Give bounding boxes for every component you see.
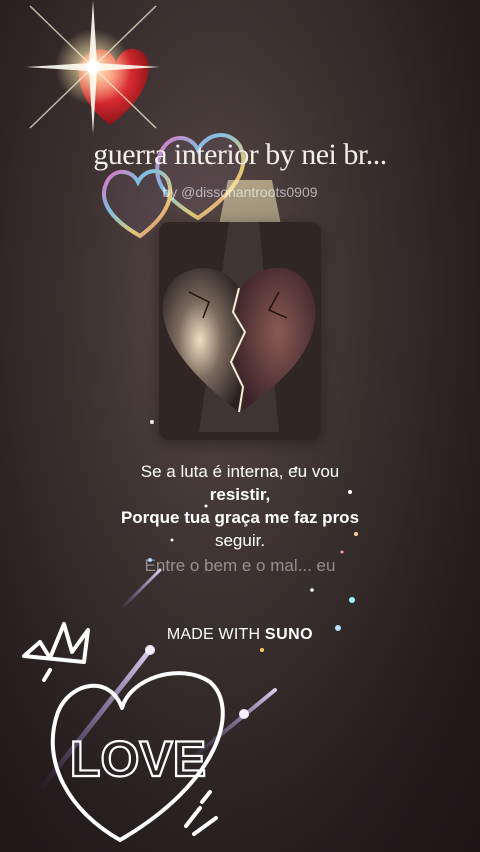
lyric-line: resistir, <box>209 485 271 504</box>
broken-heart-artwork <box>159 222 321 440</box>
lyrics-panel: Se a luta é interna, eu vou resistir, Po… <box>60 460 420 577</box>
shooting-streaks <box>37 568 277 793</box>
artist-handle: by @dissonantroots0909 <box>162 184 318 200</box>
red-heart-icon <box>78 48 149 125</box>
lyric-line-active: Porque tua graça me faz pros <box>120 508 360 527</box>
album-cover <box>159 222 321 440</box>
love-text: LOVE <box>70 731 206 787</box>
lyric-line: seguir. <box>214 531 266 550</box>
made-with-prefix: MADE WITH <box>166 626 261 643</box>
love-heart-doodle: LOVE <box>22 622 225 842</box>
lyric-line: Se a luta é interna, eu vou <box>140 462 340 481</box>
song-title: guerra interior by nei br... <box>93 138 387 171</box>
suno-brand: SUNO <box>264 626 314 643</box>
lyric-line-upcoming: Entre o bem e o mal... eu <box>144 556 336 575</box>
made-with-suno-label: MADE WITH SUNO <box>0 626 480 644</box>
sparkle-star-icon <box>26 0 160 134</box>
